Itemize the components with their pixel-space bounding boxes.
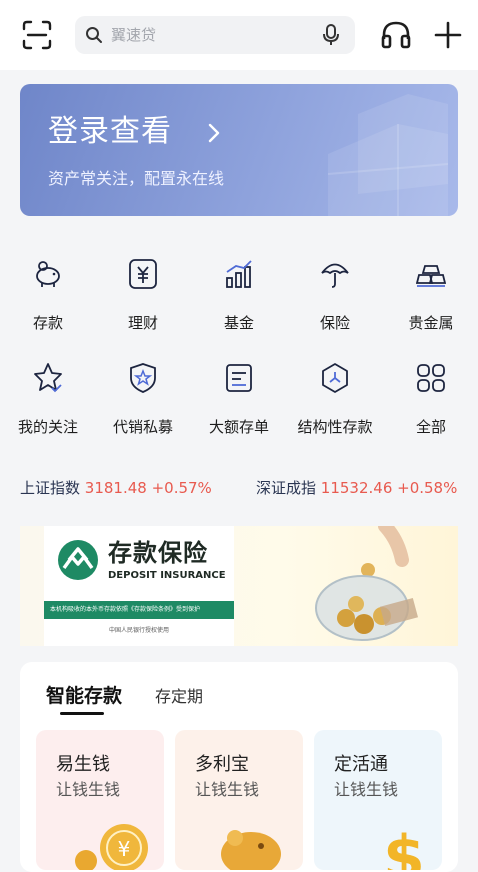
microphone-icon[interactable] [321, 24, 341, 46]
grid-label: 贵金属 [408, 314, 454, 332]
product-card[interactable]: 易生钱 让钱生钱 ¥ [36, 730, 164, 870]
search-input[interactable]: 翼速贷 [75, 16, 355, 54]
index-value: 11532.46 +0.58% [320, 479, 458, 497]
grid-label: 基金 [223, 314, 254, 332]
gold-coins-icon: ¥ [75, 824, 148, 870]
hexagon-icon [322, 363, 348, 393]
banner-subtitle: 资产常关注，配置永在线 [48, 169, 225, 188]
scan-icon[interactable] [22, 20, 52, 50]
search-icon [86, 27, 102, 43]
certificate-icon [226, 364, 252, 392]
all-grid-icon [417, 364, 445, 392]
product-desc: 让钱生钱 [195, 780, 260, 799]
tab-fixed-deposit[interactable]: 存定期 [155, 686, 203, 708]
umbrella-icon [321, 263, 349, 288]
star-icon [34, 363, 62, 393]
shield-star-icon [130, 363, 156, 393]
ad-strip: 本机构吸收的本外币存款依照《存款保险条例》受到保护 [44, 601, 234, 619]
ad-card: 存款保险 DEPOSIT INSURANCE 本机构吸收的本外币存款依照《存款保… [44, 526, 234, 646]
grid-label: 代销私募 [112, 418, 173, 436]
grid-item-deposit[interactable]: 存款 [0, 258, 96, 348]
grid-item-private-fund[interactable]: 代销私募 [95, 362, 191, 452]
banner-title: 登录查看 [48, 114, 172, 149]
plus-icon[interactable] [433, 20, 463, 50]
deposit-insurance-ad[interactable]: 存款保险 DEPOSIT INSURANCE 本机构吸收的本外币存款依照《存款保… [20, 526, 458, 646]
grid-label: 存款 [32, 314, 63, 332]
dollar-sign-icon: $ [383, 823, 425, 870]
ad-subtitle: DEPOSIT INSURANCE [108, 570, 226, 581]
product-card[interactable]: 定活通 让钱生钱 $ [314, 730, 442, 870]
banner-decoration [327, 94, 449, 216]
grid-item-large-deposit[interactable]: 大额存单 [191, 362, 287, 452]
customer-service-icon[interactable] [380, 19, 412, 51]
ad-title: 存款保险 [108, 539, 208, 567]
product-name: 易生钱 [56, 754, 110, 775]
grid-item-precious-metal[interactable]: 贵金属 [383, 258, 478, 348]
ad-strip-text: 本机构吸收的本外币存款依照《存款保险条例》受到保护 [50, 606, 201, 613]
chevron-right-icon [208, 123, 220, 143]
grid-label: 我的关注 [17, 418, 78, 436]
product-desc: 让钱生钱 [334, 780, 399, 799]
index-shenzhen[interactable]: 深证成指 11532.46 +0.58% [256, 478, 457, 498]
product-name: 定活通 [334, 754, 388, 775]
top-bar: 翼速贷 [0, 0, 478, 70]
grid-item-structured-deposit[interactable]: 结构性存款 [287, 362, 383, 452]
login-banner[interactable]: 登录查看 资产常关注，配置永在线 [20, 84, 458, 216]
svg-text:$: $ [383, 823, 425, 870]
yuan-wealth-icon [129, 259, 157, 289]
product-name: 多利宝 [195, 754, 249, 775]
smart-deposit-card: 智能存款 存定期 易生钱 让钱生钱 ¥ 多利宝 让钱生钱 定活通 让钱生钱 $ [20, 662, 458, 872]
gold-bars-icon [416, 265, 446, 287]
product-card[interactable]: 多利宝 让钱生钱 [175, 730, 303, 870]
svg-text:¥: ¥ [118, 837, 131, 861]
index-shanghai[interactable]: 上证指数 3181.48 +0.57% [20, 478, 212, 498]
tab-underline [60, 712, 104, 715]
grid-item-fund[interactable]: 基金 [191, 258, 287, 348]
grid-item-all[interactable]: 全部 [383, 362, 478, 452]
grid-label: 理财 [127, 314, 158, 332]
grid-label: 保险 [319, 314, 350, 332]
piggy-bank-icon [36, 261, 60, 287]
product-desc: 让钱生钱 [56, 780, 121, 799]
search-placeholder: 翼速贷 [111, 26, 157, 44]
coin-jar-illustration [315, 526, 419, 641]
grid-item-favorites[interactable]: 我的关注 [0, 362, 96, 452]
tab-smart-deposit[interactable]: 智能存款 [46, 684, 122, 708]
deposit-insurance-logo-icon [58, 540, 98, 580]
gold-piggy-icon [221, 830, 281, 870]
index-value: 3181.48 +0.57% [84, 479, 212, 497]
grid-label: 结构性存款 [297, 418, 373, 436]
grid-label: 大额存单 [208, 418, 269, 436]
index-name: 深证成指 [256, 479, 317, 497]
grid-label: 全部 [415, 418, 446, 436]
ad-footer: 中国人民银行授权使用 [108, 627, 169, 634]
bar-chart-icon [226, 260, 252, 288]
index-name: 上证指数 [20, 479, 81, 497]
grid-item-insurance[interactable]: 保险 [287, 258, 383, 348]
grid-item-wealth[interactable]: 理财 [95, 258, 191, 348]
